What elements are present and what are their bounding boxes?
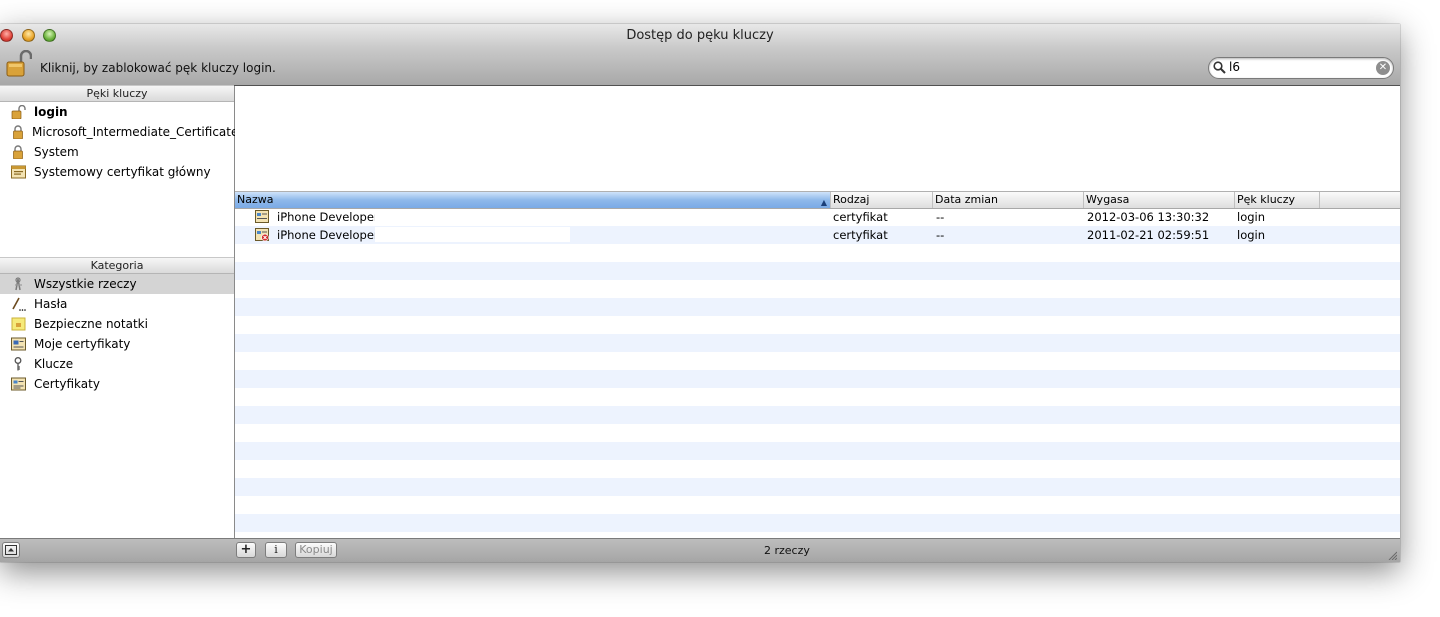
sidebar-item-microsoft-intermediate[interactable]: Microsoft_Intermediate_Certificates — [0, 122, 245, 142]
empty-row — [235, 478, 1400, 496]
item-count: 2 rzeczy — [764, 544, 810, 557]
unlocked-padlock-icon — [11, 105, 26, 119]
lock-keychain-label[interactable]: Kliknij, by zablokować pęk kluczy login. — [40, 61, 276, 75]
empty-row — [235, 334, 1400, 352]
cell-kind: certyfikat — [833, 228, 888, 242]
sidebar-item-label: Hasła — [34, 297, 68, 311]
empty-row — [235, 370, 1400, 388]
certificate-icon — [255, 210, 269, 223]
cell-expires: 2011-02-21 02:59:51 — [1087, 228, 1210, 242]
column-header-label: Rodzaj — [833, 193, 870, 206]
cell-keychain: login — [1237, 228, 1266, 242]
sidebar-item-label: Microsoft_Intermediate_Certificates — [32, 125, 245, 139]
column-header-kind[interactable]: Rodzaj — [831, 192, 933, 208]
toggle-sidebar-icon — [5, 545, 17, 555]
empty-row — [235, 442, 1400, 460]
sidebar-item-label: Moje certyfikaty — [34, 337, 131, 351]
info-button[interactable]: i — [265, 542, 287, 558]
sidebar-item-secure-notes[interactable]: Bezpieczne notatki — [0, 314, 234, 334]
cell-kind: certyfikat — [833, 210, 888, 224]
cell-name: iPhone Developer — [277, 228, 379, 242]
table-row[interactable]: iPhone Developer certyfikat -- 2012-03-0… — [235, 208, 1400, 226]
empty-row — [235, 298, 1400, 316]
padlock-icon — [13, 145, 23, 159]
redacted-area — [375, 227, 570, 242]
table-row[interactable]: iPhone Developer certyfikat -- 2011-02-2… — [235, 226, 1400, 244]
search-icon — [1213, 61, 1226, 74]
sidebar-item-label: Bezpieczne notatki — [34, 317, 148, 331]
sidebar-item-label: System — [34, 145, 79, 159]
sidebar: Pęki kluczy login Microsoft_Intermediate… — [0, 85, 245, 538]
secure-note-icon — [11, 317, 26, 331]
add-item-button[interactable]: + — [236, 542, 256, 558]
show-keychains-button[interactable] — [2, 542, 20, 558]
sidebar-item-label: Systemowy certyfikat główny — [34, 165, 211, 179]
cell-keychain: login — [1237, 210, 1266, 224]
search-input[interactable]: l6 — [1229, 60, 1240, 74]
empty-row — [235, 496, 1400, 514]
sidebar-item-label: Klucze — [34, 357, 74, 371]
certificate-icon — [11, 377, 26, 391]
empty-row — [235, 280, 1400, 298]
empty-row — [235, 388, 1400, 406]
cell-expires: 2012-03-06 13:30:32 — [1087, 210, 1210, 224]
all-items-icon — [15, 277, 22, 291]
empty-row — [235, 406, 1400, 424]
column-header-label: Pęk kluczy — [1237, 193, 1295, 206]
password-pen-icon — [12, 297, 26, 311]
unlocked-padlock-icon[interactable] — [6, 50, 32, 78]
column-header-keychain[interactable]: Pęk kluczy — [1235, 192, 1320, 208]
column-header-name[interactable]: Nazwa ▲ — [235, 192, 831, 208]
window-title: Dostęp do pęku kluczy — [626, 28, 774, 43]
empty-row — [235, 514, 1400, 532]
column-header-label: Wygasa — [1086, 193, 1130, 206]
redacted-area — [375, 211, 565, 224]
items-table[interactable]: Nazwa ▲ Rodzaj Data zmian Wygasa Pęk klu… — [235, 191, 1400, 538]
key-icon — [14, 357, 22, 371]
column-header-label: Data zmian — [935, 193, 999, 206]
empty-row — [235, 424, 1400, 442]
sidebar-item-my-certificates[interactable]: Moje certyfikaty — [0, 334, 234, 354]
root-cert-icon — [11, 165, 26, 179]
empty-row — [235, 262, 1400, 280]
resize-grip-icon[interactable] — [1387, 550, 1397, 560]
sidebar-item-passwords[interactable]: Hasła — [0, 294, 234, 314]
table-header: Nazwa ▲ Rodzaj Data zmian Wygasa Pęk klu… — [235, 191, 1400, 209]
column-header-modified[interactable]: Data zmian — [933, 192, 1084, 208]
sidebar-item-system[interactable]: System — [0, 142, 234, 162]
sidebar-item-keys[interactable]: Klucze — [0, 354, 234, 374]
empty-row — [235, 352, 1400, 370]
expired-certificate-icon — [255, 228, 269, 241]
copy-button[interactable]: Kopiuj — [295, 542, 337, 558]
keychains-header: Pęki kluczy — [0, 85, 234, 102]
toolbar: Dostęp do pęku kluczy Kliknij, by zablok… — [0, 24, 1400, 86]
sidebar-item-label: Certyfikaty — [34, 377, 100, 391]
empty-row — [235, 460, 1400, 478]
sidebar-item-login[interactable]: login — [0, 102, 234, 122]
sidebar-item-label: Wszystkie rzeczy — [34, 277, 137, 291]
clear-search-icon[interactable]: ✕ — [1376, 61, 1390, 75]
cell-modified: -- — [936, 228, 945, 242]
keychain-access-window: Dostęp do pęku kluczy Kliknij, by zablok… — [0, 24, 1400, 562]
cell-modified: -- — [936, 210, 945, 224]
my-certificate-icon — [11, 337, 26, 351]
search-field[interactable]: l6 ✕ — [1208, 57, 1394, 79]
empty-row — [235, 316, 1400, 334]
column-header-expires[interactable]: Wygasa — [1084, 192, 1235, 208]
item-preview-pane — [235, 86, 1400, 190]
bottom-bar: + i Kopiuj 2 rzeczy — [0, 538, 1400, 562]
column-header-label: Nazwa — [237, 193, 274, 206]
empty-row — [235, 244, 1400, 262]
sidebar-item-label: login — [34, 105, 68, 119]
sidebar-item-all-items[interactable]: Wszystkie rzeczy — [0, 274, 234, 294]
category-header: Kategoria — [0, 257, 234, 274]
sidebar-item-system-roots[interactable]: Systemowy certyfikat główny — [0, 162, 234, 182]
padlock-icon — [13, 125, 23, 139]
cell-name: iPhone Developer — [277, 210, 379, 224]
sidebar-item-certificates[interactable]: Certyfikaty — [0, 374, 234, 394]
